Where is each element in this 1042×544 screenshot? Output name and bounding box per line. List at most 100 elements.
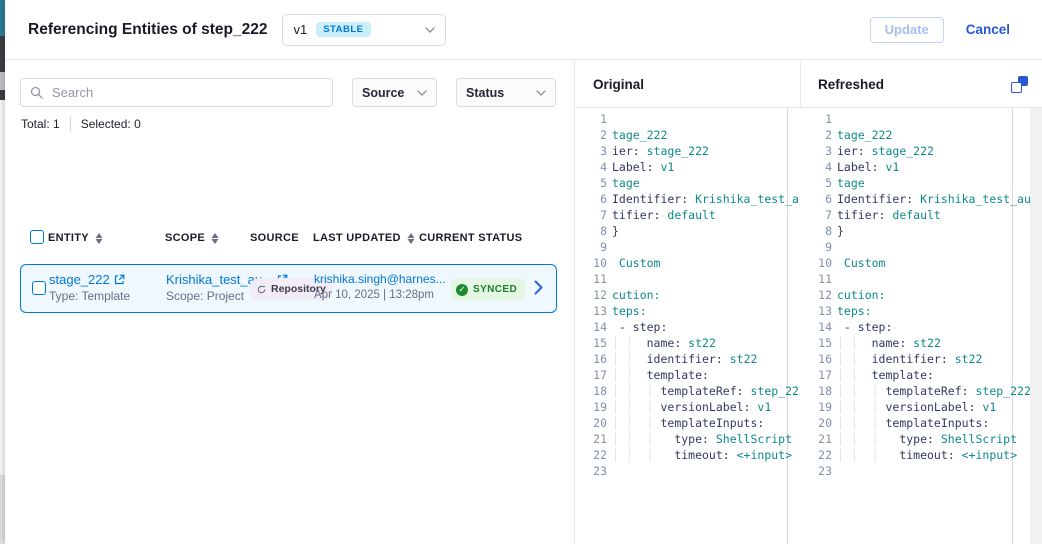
code-line: cution: — [612, 287, 800, 303]
modal-body: Referencing Entities of step_222 v1 STAB… — [5, 0, 1042, 544]
column-header-current-status: CURRENT STATUS — [419, 232, 522, 244]
column-header-scope[interactable]: SCOPE — [165, 232, 219, 244]
code-line: │ │ │ timeout: <+input> — [837, 447, 1042, 463]
chevron-down-icon — [425, 27, 435, 33]
status-label: SYNCED — [473, 284, 517, 295]
line-number: 9 — [575, 239, 607, 255]
entity-link[interactable]: stage_222 — [49, 272, 110, 287]
code-line: ier: stage_222 — [837, 143, 1042, 159]
source-filter-label: Source — [362, 86, 404, 100]
search-input[interactable] — [50, 84, 323, 101]
line-number: 12 — [575, 287, 607, 303]
line-number: 8 — [800, 223, 832, 239]
code-line: │ │ │ templateRef: step_222 — [837, 383, 1042, 399]
line-number: 19 — [575, 399, 607, 415]
code-line: │ │ │ timeout: <+input> — [612, 447, 800, 463]
line-number: 1 — [800, 111, 832, 127]
code-content: tage_222ier: stage_222Label: v1tageIdent… — [837, 111, 1042, 479]
original-panel-header: Original — [575, 61, 800, 107]
code-line: │ │ │ templateInputs: — [837, 415, 1042, 431]
status-filter-label: Status — [466, 86, 504, 100]
code-line — [837, 111, 1042, 127]
scrollbar-track[interactable] — [1030, 108, 1042, 544]
status-badge: ✓ SYNCED — [451, 279, 525, 300]
version-select[interactable]: v1 STABLE — [282, 14, 446, 46]
line-number: 3 — [575, 143, 607, 159]
original-code-editor[interactable]: 1234567891011121314151617181920212223 ta… — [575, 107, 800, 544]
page-title: Referencing Entities of step_222 — [28, 21, 267, 39]
chevron-down-icon — [536, 90, 546, 96]
code-line: │ │ identifier: st22 — [612, 351, 800, 367]
last-updated-cell: krishika.singh@harnes... Apr 10, 2025 | … — [314, 272, 446, 301]
line-number: 17 — [800, 367, 832, 383]
table-row[interactable]: stage_222 Type: Template Krishika_test_a… — [20, 264, 557, 313]
refreshed-code-editor[interactable]: 1234567891011121314151617181920212223 ta… — [800, 107, 1042, 544]
line-number: 19 — [800, 399, 832, 415]
column-header-last-updated[interactable]: LAST UPDATED — [313, 232, 415, 244]
code-line: Custom — [837, 255, 1042, 271]
line-number: 4 — [800, 159, 832, 175]
version-stable-badge: STABLE — [316, 22, 370, 38]
line-number: 18 — [800, 383, 832, 399]
code-line: tage_222 — [837, 127, 1042, 143]
panel-divider — [800, 61, 801, 107]
yaml-diff-pane: Original 1234567891011121314151617181920… — [575, 61, 1042, 544]
code-line: │ │ identifier: st22 — [837, 351, 1042, 367]
select-all-checkbox[interactable] — [30, 230, 44, 244]
updated-at: Apr 10, 2025 | 13:28pm — [314, 289, 446, 301]
code-line — [612, 271, 800, 287]
status-filter-dropdown[interactable]: Status — [456, 78, 556, 107]
entities-pane: Source Status Total: 1 Selected: 0 ENT — [5, 61, 575, 544]
line-number: 6 — [575, 191, 607, 207]
line-number: 18 — [575, 383, 607, 399]
code-line: │ │ │ versionLabel: v1 — [612, 399, 800, 415]
external-link-icon[interactable] — [114, 274, 125, 285]
code-line: Label: v1 — [612, 159, 800, 175]
line-number: 4 — [575, 159, 607, 175]
line-number: 7 — [575, 207, 607, 223]
line-number: 9 — [800, 239, 832, 255]
code-line — [837, 463, 1042, 479]
code-line: tage_222 — [612, 127, 800, 143]
line-number: 10 — [800, 255, 832, 271]
update-button[interactable]: Update — [870, 17, 944, 43]
totals-bar: Total: 1 Selected: 0 — [21, 117, 141, 131]
line-number: 16 — [800, 351, 832, 367]
line-number: 10 — [575, 255, 607, 271]
line-number: 15 — [575, 335, 607, 351]
line-number: 3 — [800, 143, 832, 159]
repository-icon — [256, 284, 267, 295]
original-panel: Original 1234567891011121314151617181920… — [575, 61, 800, 544]
entity-cell: stage_222 Type: Template — [49, 272, 130, 303]
line-number: 23 — [800, 463, 832, 479]
line-number: 20 — [575, 415, 607, 431]
search-box[interactable] — [20, 78, 333, 107]
line-number: 2 — [575, 127, 607, 143]
sort-icon — [407, 233, 415, 244]
line-number: 17 — [575, 367, 607, 383]
refreshed-panel-header: Refreshed — [800, 61, 1042, 107]
row-checkbox[interactable] — [32, 281, 46, 295]
header-actions: Update Cancel — [870, 17, 1010, 43]
source-filter-dropdown[interactable]: Source — [352, 78, 437, 107]
code-line: - step: — [612, 319, 800, 335]
line-number: 15 — [800, 335, 832, 351]
updated-by-link[interactable]: krishika.singh@harnes... — [314, 272, 446, 286]
line-number: 12 — [800, 287, 832, 303]
column-header-entity[interactable]: ENTITY — [48, 232, 103, 244]
line-number: 2 — [800, 127, 832, 143]
code-line: │ │ name: st22 — [837, 335, 1042, 351]
code-line — [612, 239, 800, 255]
code-line: tifier: default — [612, 207, 800, 223]
code-line: │ │ │ templateRef: step_222 — [612, 383, 800, 399]
chevron-right-icon[interactable] — [534, 280, 543, 295]
cancel-button[interactable]: Cancel — [966, 22, 1010, 37]
chevron-down-icon — [417, 90, 427, 96]
code-line: │ │ │ versionLabel: v1 — [837, 399, 1042, 415]
line-number: 6 — [800, 191, 832, 207]
table-header: ENTITY SCOPE SOURCE — [5, 229, 574, 251]
line-number: 20 — [800, 415, 832, 431]
line-number: 7 — [800, 207, 832, 223]
copy-icon[interactable] — [1011, 76, 1028, 93]
refreshed-panel: Refreshed 123456789101112131415161718192… — [800, 61, 1042, 544]
